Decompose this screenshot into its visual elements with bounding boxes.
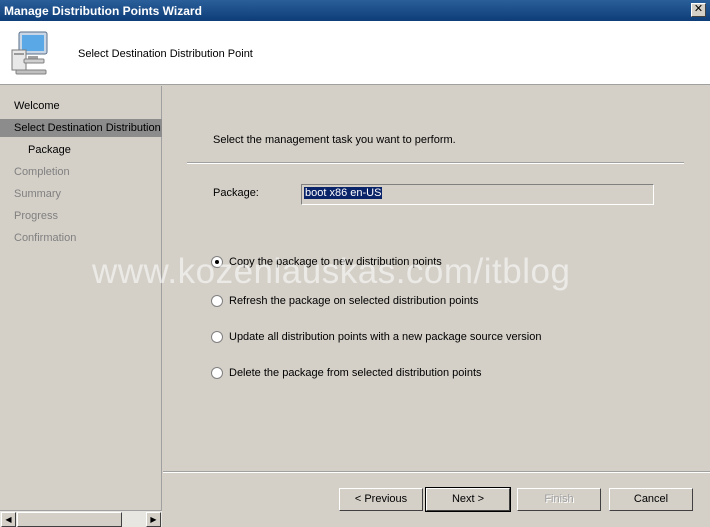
wizard-header: Select Destination Distribution Point [0,21,710,85]
wizard-nav: Welcome Select Destination Distribution … [0,86,162,510]
nav-item-select-destination[interactable]: Select Destination Distribution Point [0,119,162,137]
instruction-text: Select the management task you want to p… [213,134,456,146]
scroll-right-icon[interactable]: ▶ [146,512,161,527]
cancel-button[interactable]: Cancel [609,488,693,511]
watermark-text: www.kozeniauskas.com/itblog [92,252,571,291]
next-button[interactable]: Next > [425,487,511,512]
wizard-content: Select the management task you want to p… [163,86,710,527]
divider [187,162,684,164]
scroll-left-icon[interactable]: ◀ [1,512,16,527]
footer-divider [163,471,710,473]
close-button[interactable]: ✕ [691,3,706,17]
title-bar: Manage Distribution Points Wizard ✕ [0,0,710,21]
nav-item-package[interactable]: Package [0,141,162,159]
page-title: Select Destination Distribution Point [78,48,253,60]
window-title: Manage Distribution Points Wizard [4,4,202,18]
package-value: boot x86 en-US [304,187,383,199]
previous-button[interactable]: < Previous [339,488,423,511]
option-label: Delete the package from selected distrib… [229,367,482,379]
radio-update[interactable] [211,331,223,343]
radio-refresh[interactable] [211,295,223,307]
finish-button: Finish [517,488,601,511]
radio-delete[interactable] [211,367,223,379]
nav-item-summary: Summary [14,188,62,200]
computer-monitor-icon [11,31,48,75]
nav-item-completion: Completion [14,166,70,178]
nav-item-progress: Progress [14,210,59,222]
option-label: Update all distribution points with a ne… [229,331,542,343]
package-label: Package: [213,187,259,199]
nav-item-confirmation: Confirmation [14,232,77,244]
scroll-thumb[interactable] [17,512,122,527]
nav-item-welcome[interactable]: Welcome [0,97,162,115]
option-label: Refresh the package on selected distribu… [229,295,479,307]
nav-horizontal-scrollbar[interactable]: ◀ ▶ [0,510,162,527]
package-field[interactable]: boot x86 en-US [301,184,654,205]
